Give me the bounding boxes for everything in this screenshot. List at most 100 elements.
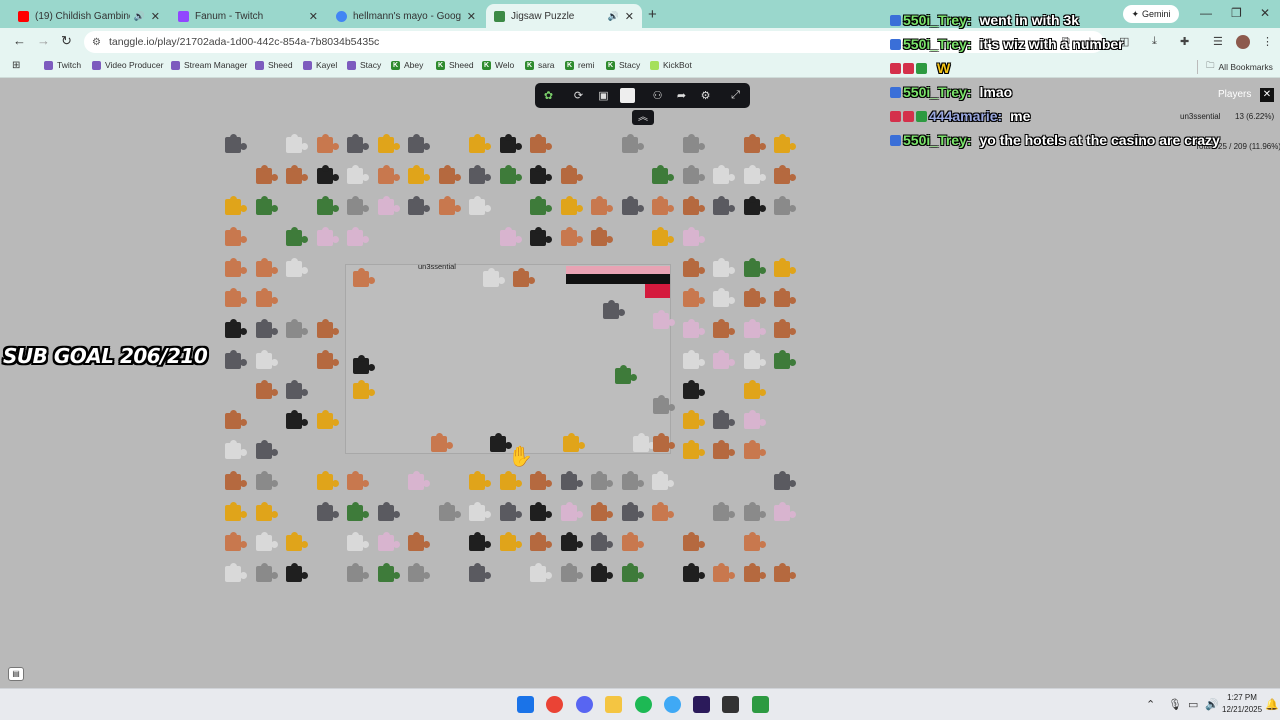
puzzle-piece[interactable]: [560, 433, 582, 455]
puzzle-piece[interactable]: [680, 380, 702, 402]
puzzle-piece[interactable]: [558, 227, 580, 249]
puzzle-piece[interactable]: [222, 471, 244, 493]
bookmark-item[interactable]: Stream Manager: [171, 60, 247, 70]
puzzle-piece[interactable]: [771, 258, 793, 280]
puzzle-piece[interactable]: [710, 165, 732, 187]
edge-pieces-icon[interactable]: [620, 88, 635, 103]
close-tab-icon[interactable]: ✕: [151, 10, 160, 23]
puzzle-piece[interactable]: [314, 471, 336, 493]
puzzle-piece[interactable]: [497, 502, 519, 524]
puzzle-piece[interactable]: [558, 502, 580, 524]
close-tab-icon[interactable]: ✕: [467, 10, 476, 23]
image-preview-icon[interactable]: ▣: [596, 88, 611, 103]
puzzle-piece[interactable]: [619, 471, 641, 493]
share-icon[interactable]: ➦: [674, 88, 689, 103]
puzzle-piece[interactable]: [222, 227, 244, 249]
puzzle-piece[interactable]: [283, 258, 305, 280]
puzzle-piece[interactable]: [428, 433, 450, 455]
puzzle-piece[interactable]: [588, 502, 610, 524]
puzzle-piece[interactable]: [771, 563, 793, 585]
puzzle-piece[interactable]: [680, 532, 702, 554]
menu-kebab-icon[interactable]: ⋮: [1262, 35, 1273, 48]
puzzle-piece[interactable]: [527, 471, 549, 493]
download-icon[interactable]: ⤓: [1152, 35, 1157, 48]
puzzle-board[interactable]: [345, 264, 671, 454]
puzzle-piece[interactable]: [253, 380, 275, 402]
puzzle-piece[interactable]: [466, 134, 488, 156]
tab-youtube[interactable]: (19) Childish Gambino - Sc 🔊 ✕: [10, 4, 168, 28]
bookmark-item[interactable]: K Stacy: [606, 60, 640, 70]
puzzle-piece[interactable]: [253, 319, 275, 341]
puzzle-piece[interactable]: [375, 532, 397, 554]
puzzle-piece[interactable]: [314, 134, 336, 156]
apps-grid-icon[interactable]: ⊞: [12, 60, 20, 71]
puzzle-piece[interactable]: [497, 532, 519, 554]
puzzle-piece[interactable]: [350, 380, 372, 402]
puzzle-piece[interactable]: [466, 471, 488, 493]
chevron-up-icon[interactable]: ⌃: [1146, 698, 1155, 711]
all-bookmarks-button[interactable]: 🗀 All Bookmarks: [1197, 60, 1273, 74]
puzzle-piece[interactable]: [558, 165, 580, 187]
bookmark-item[interactable]: K Sheed: [436, 60, 474, 70]
puzzle-piece[interactable]: [619, 502, 641, 524]
puzzle-piece[interactable]: [466, 502, 488, 524]
copilot-icon[interactable]: [664, 696, 681, 713]
puzzle-piece[interactable]: [253, 502, 275, 524]
puzzle-piece[interactable]: [710, 288, 732, 310]
puzzle-piece[interactable]: [253, 532, 275, 554]
puzzle-piece[interactable]: [350, 268, 372, 290]
profile-avatar[interactable]: [1236, 35, 1250, 49]
puzzle-piece[interactable]: [527, 502, 549, 524]
puzzle-piece[interactable]: [222, 350, 244, 372]
puzzle-piece[interactable]: [680, 350, 702, 372]
puzzle-piece[interactable]: [314, 319, 336, 341]
puzzle-piece[interactable]: [283, 532, 305, 554]
puzzle-piece[interactable]: [649, 471, 671, 493]
puzzle-piece[interactable]: [314, 165, 336, 187]
puzzle-piece[interactable]: [558, 532, 580, 554]
puzzle-piece[interactable]: [650, 433, 672, 455]
puzzle-piece[interactable]: [527, 227, 549, 249]
new-tab-button[interactable]: +: [648, 6, 657, 23]
fullscreen-icon[interactable]: ⤢: [728, 88, 743, 103]
puzzle-piece[interactable]: [314, 227, 336, 249]
puzzle-piece[interactable]: [741, 288, 763, 310]
puzzle-piece[interactable]: [527, 165, 549, 187]
puzzle-piece[interactable]: [710, 440, 732, 462]
puzzle-piece[interactable]: [253, 440, 275, 462]
forward-icon[interactable]: →: [37, 33, 50, 48]
windows-start-icon[interactable]: [517, 696, 534, 713]
puzzle-piece[interactable]: [741, 134, 763, 156]
bookmark-item[interactable]: Kayel: [303, 60, 337, 70]
bookmark-item[interactable]: Twitch: [44, 60, 81, 70]
assembled-pieces[interactable]: [566, 274, 670, 284]
puzzle-piece[interactable]: [680, 258, 702, 280]
puzzle-piece[interactable]: [283, 410, 305, 432]
puzzle-piece[interactable]: [436, 165, 458, 187]
puzzle-piece[interactable]: [222, 196, 244, 218]
jigsaw-logo-icon[interactable]: ✿: [541, 88, 556, 103]
chat-bubble-icon[interactable]: ▤: [8, 667, 24, 681]
close-tab-icon[interactable]: ✕: [309, 10, 318, 23]
puzzle-piece[interactable]: [649, 227, 671, 249]
puzzle-piece[interactable]: [466, 165, 488, 187]
restore-icon[interactable]: ❐: [1231, 6, 1242, 20]
puzzle-piece[interactable]: [253, 196, 275, 218]
settings-icon[interactable]: ⚙: [698, 88, 713, 103]
puzzle-piece[interactable]: [680, 563, 702, 585]
puzzle-piece[interactable]: [680, 319, 702, 341]
puzzle-piece[interactable]: [588, 227, 610, 249]
puzzle-piece[interactable]: [497, 165, 519, 187]
puzzle-piece[interactable]: [619, 134, 641, 156]
puzzle-piece[interactable]: [314, 350, 336, 372]
puzzle-piece[interactable]: [680, 134, 702, 156]
puzzle-piece[interactable]: [405, 165, 427, 187]
puzzle-piece[interactable]: [497, 471, 519, 493]
puzzle-piece[interactable]: [253, 165, 275, 187]
puzzle-piece[interactable]: [350, 355, 372, 377]
puzzle-piece[interactable]: [680, 288, 702, 310]
puzzle-piece[interactable]: [680, 165, 702, 187]
puzzle-piece[interactable]: [741, 350, 763, 372]
puzzle-piece[interactable]: [600, 300, 622, 322]
bookmark-item[interactable]: Kremi: [565, 60, 595, 70]
